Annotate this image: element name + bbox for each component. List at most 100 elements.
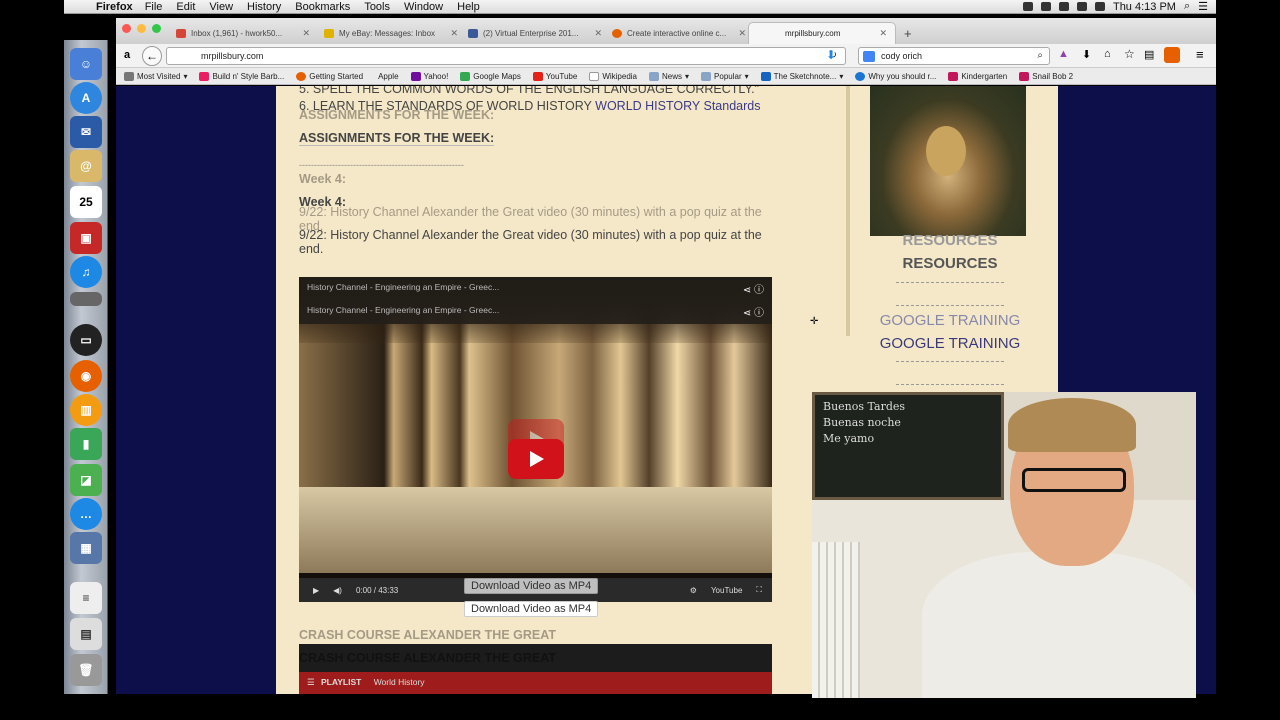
site-icon	[1019, 71, 1030, 81]
bookmarks-toolbar: Most Visited ▾ Build n' Style Barb... Ge…	[116, 68, 1216, 85]
settings-icon[interactable]: ⚙	[690, 586, 697, 595]
status-icon[interactable]	[1022, 2, 1033, 11]
tab-create-interactive[interactable]: Create interactive online c... ✕	[604, 22, 754, 44]
wikipedia-icon	[589, 71, 600, 81]
tab-mrpillsbury[interactable]: mrpillsbury.com ✕	[748, 22, 896, 44]
menu-tools[interactable]: Tools	[364, 1, 390, 13]
fullscreen-icon[interactable]: ⛶	[756, 585, 772, 595]
itunes-icon[interactable]: ♫	[70, 256, 102, 288]
playlist-menu-icon[interactable]: ☰	[307, 677, 315, 687]
new-tab-button[interactable]: +	[896, 22, 918, 44]
play-icon[interactable]: ▶	[313, 586, 319, 595]
tab-ebay[interactable]: My eBay: Messages: Inbox ✕	[316, 22, 466, 44]
wifi-icon[interactable]	[1076, 2, 1087, 11]
search-bar[interactable]: cody orich ⌕	[858, 47, 1050, 65]
close-tab-icon[interactable]: ✕	[738, 28, 746, 39]
screen-capture-icon[interactable]: ▭	[70, 324, 102, 356]
firefox-icon[interactable]: ◉	[70, 360, 102, 392]
tab-gmail[interactable]: Inbox (1,961) - hwork50... ✕	[168, 22, 318, 44]
document-icon[interactable]: ≡	[70, 582, 102, 614]
mail-icon[interactable]: ✉	[70, 116, 102, 148]
navigation-toolbar: a ← mrpillsbury.com ↻ ⬇ cody orich ⌕ ▲ ⬇…	[116, 44, 1216, 68]
share-icon[interactable]: ⋖ ⓘ	[743, 281, 764, 296]
bookmark-wikipedia[interactable]: Wikipedia	[589, 71, 637, 81]
notification-icon[interactable]: ☰	[1198, 0, 1208, 13]
finder-icon[interactable]: ☺	[70, 48, 102, 80]
close-tab-icon[interactable]: ✕	[302, 28, 310, 39]
iphoto-icon[interactable]: ▦	[70, 532, 102, 564]
bookmark-build-n-style[interactable]: Build n' Style Barb...	[199, 71, 284, 81]
addon-icon[interactable]	[1164, 47, 1180, 63]
search-icon[interactable]: ⌕	[1037, 50, 1043, 61]
volume-icon[interactable]	[1094, 2, 1105, 11]
reader-icon[interactable]: ▤	[1144, 48, 1154, 61]
preview-icon[interactable]: ◪	[70, 464, 102, 496]
download-video-button[interactable]: Download Video as MP4	[464, 601, 599, 617]
menu-window[interactable]: Window	[404, 1, 443, 13]
volume-control-icon[interactable]: ◀)	[333, 586, 342, 595]
status-icon[interactable]	[1040, 2, 1051, 11]
menu-help[interactable]: Help	[457, 1, 480, 13]
ibooks-icon[interactable]: ▥	[70, 394, 102, 426]
download-icon[interactable]: ⬇	[826, 48, 836, 62]
back-button[interactable]: ←	[142, 46, 162, 66]
bookmark-why-you-should[interactable]: Why you should r...	[855, 71, 936, 81]
downloads-stack-icon[interactable]: ▤	[70, 618, 102, 650]
trash-icon[interactable]: 🗑	[70, 654, 102, 686]
video-title[interactable]: History Channel - Engineering an Empire …	[307, 305, 499, 315]
bookmark-getting-started[interactable]: Getting Started	[296, 71, 363, 81]
bookmark-yahoo[interactable]: Yahoo!	[410, 71, 448, 81]
bookmark-sketchnote[interactable]: The Sketchnote... ▾	[760, 71, 843, 81]
bookmark-star-icon[interactable]: ☆	[1124, 47, 1135, 61]
menubar-clock[interactable]: Thu 4:13 PM	[1113, 1, 1176, 13]
calendar-icon[interactable]: 25	[70, 186, 102, 218]
bookmark-most-visited[interactable]: Most Visited ▾	[124, 71, 187, 81]
google-training-link[interactable]: GOOGLE TRAINING	[870, 335, 1030, 352]
url-bar[interactable]: mrpillsbury.com ↻	[166, 47, 846, 65]
close-window-button[interactable]	[122, 24, 131, 33]
playlist-name[interactable]: World History	[374, 677, 425, 687]
menu-view[interactable]: View	[209, 1, 233, 13]
standards-item-5: 5. SPELL THE COMMON WORDS OF THE ENGLISH…	[299, 86, 760, 96]
tab-facebook[interactable]: (2) Virtual Enterprise 201... ✕	[460, 22, 610, 44]
contacts-icon[interactable]: @	[70, 150, 102, 182]
downloads-icon[interactable]: ⬇	[1082, 48, 1091, 61]
sidebar-divider	[896, 361, 1004, 362]
folder-icon	[649, 71, 660, 81]
messages-icon[interactable]: …	[70, 498, 102, 530]
mona-lisa-face	[926, 126, 966, 176]
info-icon[interactable]: ⋖ ⓘ	[743, 304, 764, 319]
spotlight-icon[interactable]: ⌕	[1184, 0, 1190, 13]
bookmark-snail-bob[interactable]: Snail Bob 2	[1019, 71, 1073, 81]
dock-app-icon[interactable]	[70, 292, 102, 306]
menu-file[interactable]: File	[145, 1, 163, 13]
play-button[interactable]	[508, 439, 564, 479]
bookmark-news[interactable]: News ▾	[649, 71, 689, 81]
status-icon[interactable]	[1058, 2, 1069, 11]
bookmark-apple[interactable]: Apple	[375, 72, 398, 81]
minimize-window-button[interactable]	[137, 24, 146, 33]
close-tab-icon[interactable]: ✕	[879, 28, 887, 39]
numbers-icon[interactable]: ▮	[70, 428, 102, 460]
extension-icon[interactable]: ▲	[1058, 48, 1069, 60]
bookmark-youtube[interactable]: YouTube	[532, 71, 577, 81]
menu-edit[interactable]: Edit	[176, 1, 195, 13]
zoom-window-button[interactable]	[152, 24, 161, 33]
app-store-icon[interactable]: A	[70, 82, 102, 114]
bookmark-kindergarten[interactable]: Kindergarten	[948, 71, 1007, 81]
photo-booth-icon[interactable]: ▣	[70, 222, 102, 254]
bookmark-google-maps[interactable]: Google Maps	[460, 71, 521, 81]
menu-bookmarks[interactable]: Bookmarks	[295, 1, 350, 13]
youtube-logo[interactable]: YouTube	[711, 586, 742, 595]
world-history-standards-link[interactable]: WORLD HISTORY Standards	[595, 99, 760, 113]
video-title-ghost: History Channel - Engineering an Empire …	[307, 282, 500, 292]
bookmark-popular[interactable]: Popular ▾	[701, 71, 749, 81]
menu-icon[interactable]: ≡	[1196, 47, 1204, 62]
close-tab-icon[interactable]: ✕	[450, 28, 458, 39]
home-icon[interactable]: ⌂	[1104, 48, 1111, 60]
amazon-icon[interactable]: a	[124, 49, 130, 61]
menu-app-name[interactable]: Firefox	[96, 1, 133, 13]
video-player[interactable]: History Channel - Engineering an Empire …	[299, 277, 772, 601]
menu-history[interactable]: History	[247, 1, 281, 13]
close-tab-icon[interactable]: ✕	[594, 28, 602, 39]
